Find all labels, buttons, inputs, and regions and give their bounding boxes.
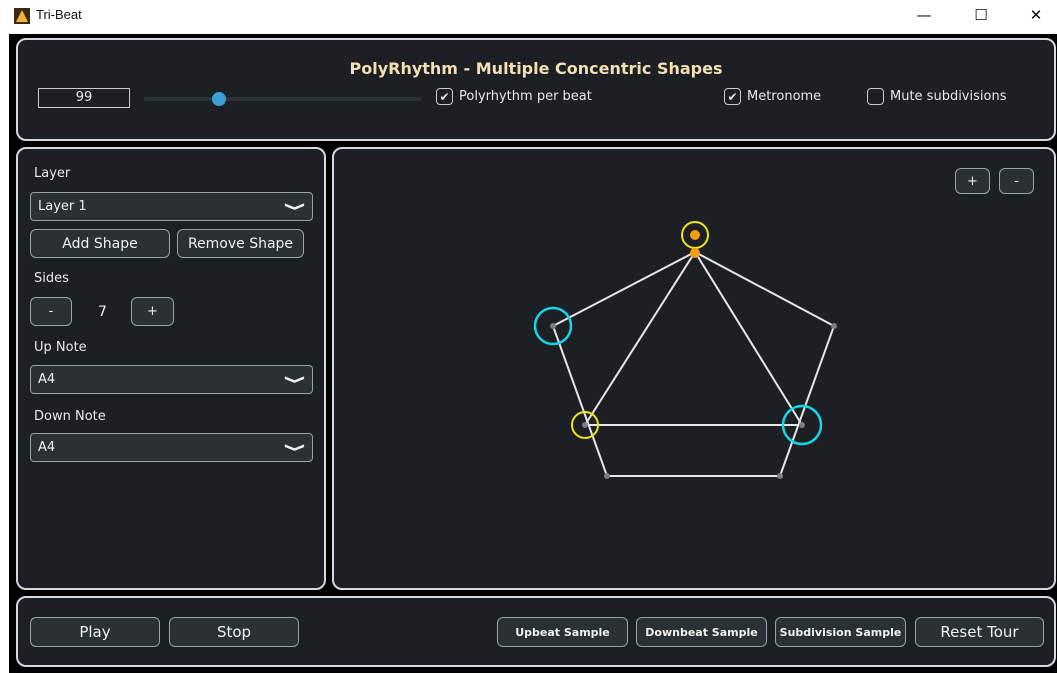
chevron-down-icon: ❯ [284,374,307,385]
stop-button[interactable]: Stop [169,617,299,647]
bpm-input[interactable]: 99 [38,88,130,108]
vertex-dot [831,323,837,329]
metronome-label: Metronome [747,89,822,104]
layer-sidebar: Layer Layer 1 ❯ Add Shape Remove Shape S… [16,147,326,590]
sides-decrement-button[interactable]: - [30,297,72,326]
up-note-dropdown[interactable]: A4 ❯ [30,365,313,394]
vertex-dot [604,473,610,479]
remove-shape-button[interactable]: Remove Shape [177,229,304,258]
sides-value: 7 [98,304,107,320]
metronome-checkbox[interactable]: ✔ Metronome [724,88,821,105]
playhead-marker [690,248,700,258]
app-logo-icon [14,8,30,24]
play-button[interactable]: Play [30,617,160,647]
down-note-dropdown[interactable]: A4 ❯ [30,433,313,462]
tempo-slider[interactable] [144,92,422,106]
layer-dropdown[interactable]: Layer 1 ❯ [30,192,313,221]
up-note-selected-value: A4 [38,372,56,387]
minimize-button[interactable]: — [901,0,947,30]
mute-subdivisions-label: Mute subdivisions [890,89,1007,104]
sides-label: Sides [34,271,69,286]
checkbox-box [867,88,884,105]
reset-tour-button[interactable]: Reset Tour [915,617,1044,647]
vertex-dot [799,422,805,428]
window-titlebar: Tri-Beat — ☐ ✕ [0,0,1057,30]
maximize-button[interactable]: ☐ [958,0,1004,30]
vertex-dot [582,422,588,428]
vertex-dot [550,323,556,329]
up-note-label: Up Note [34,340,87,355]
layer-selected-value: Layer 1 [38,199,87,214]
shape-canvas-panel: + - [332,147,1056,590]
upbeat-sample-button[interactable]: Upbeat Sample [497,617,628,647]
chevron-down-icon: ❯ [284,201,307,212]
checkmark-icon: ✔ [724,88,741,105]
tempo-slider-fill [144,97,220,101]
tempo-slider-thumb[interactable] [212,92,227,106]
page-title: PolyRhythm - Multiple Concentric Shapes [349,59,723,78]
down-note-label: Down Note [34,409,106,424]
layer-label: Layer [34,166,71,181]
footer-panel: Play Stop Upbeat Sample Downbeat Sample … [16,596,1056,667]
vertex-dot [777,473,783,479]
sides-increment-button[interactable]: + [131,297,174,326]
triangle-shape [583,250,804,426]
down-note-selected-value: A4 [38,440,56,455]
subdivision-sample-button[interactable]: Subdivision Sample [775,617,906,647]
checkmark-icon: ✔ [436,88,453,105]
chevron-down-icon: ❯ [284,442,307,453]
mute-subdivisions-checkbox[interactable]: Mute subdivisions [867,88,1006,105]
downbeat-sample-button[interactable]: Downbeat Sample [636,617,767,647]
app-body: PolyRhythm - Multiple Concentric Shapes … [9,34,1057,673]
playhead-marker [690,230,700,240]
polyrhythm-per-beat-checkbox[interactable]: ✔ Polyrhythm per beat [436,88,592,105]
add-shape-button[interactable]: Add Shape [30,229,170,258]
polyrhythm-per-beat-label: Polyrhythm per beat [459,89,592,104]
header-panel: PolyRhythm - Multiple Concentric Shapes … [16,38,1056,141]
window-title: Tri-Beat [36,7,82,22]
close-button[interactable]: ✕ [1013,0,1057,30]
polyrhythm-shapes-canvas[interactable] [334,149,1054,588]
